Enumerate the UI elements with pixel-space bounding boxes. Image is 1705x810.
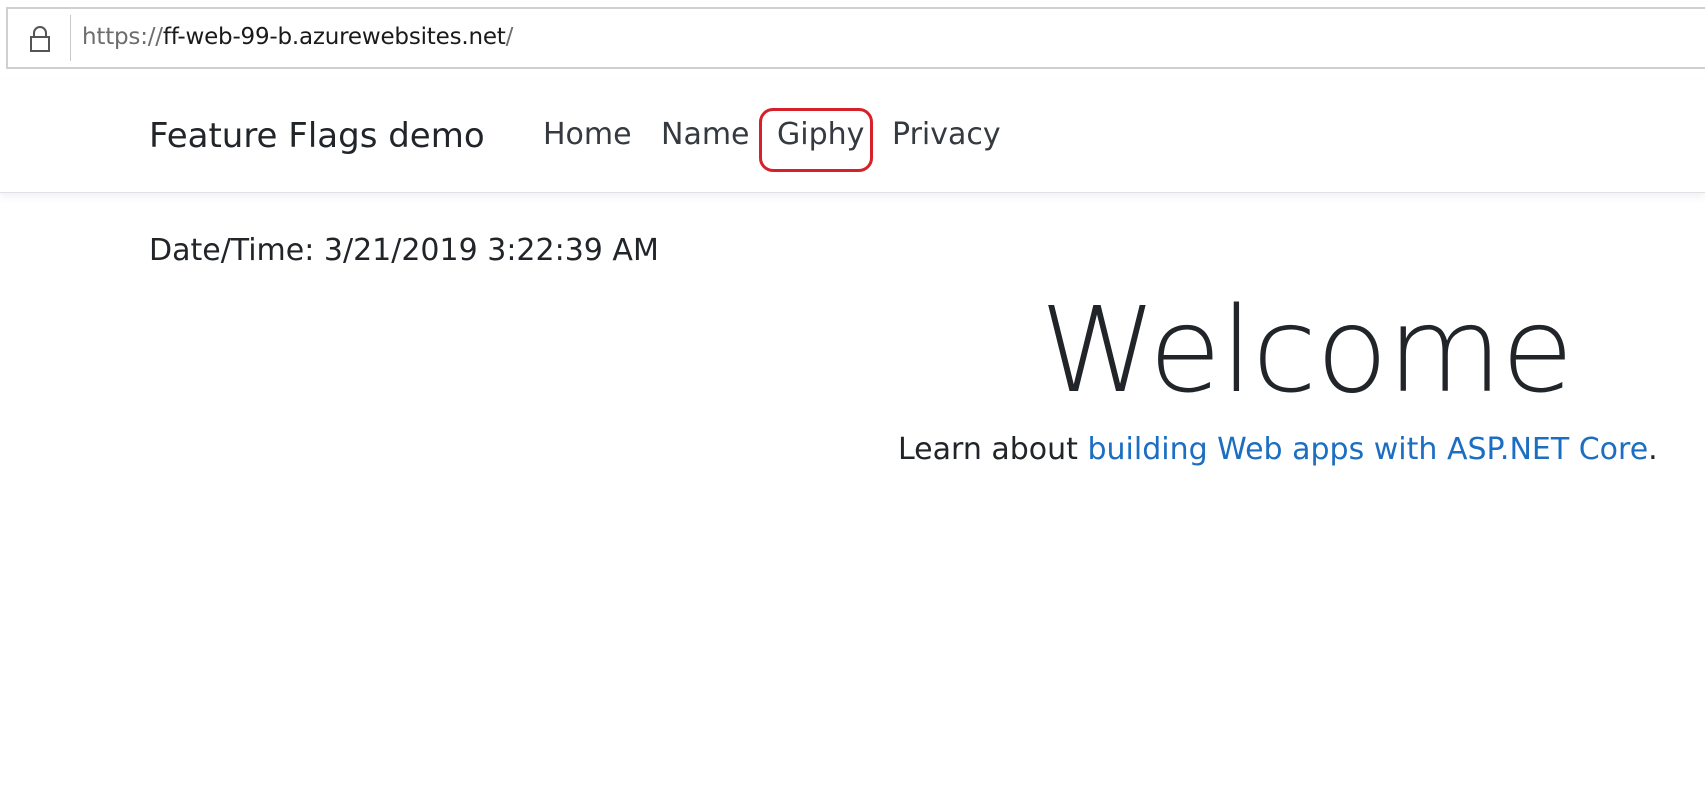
nav-privacy[interactable]: Privacy (892, 116, 1001, 154)
lock-icon[interactable] (28, 25, 52, 53)
url-host: ff-web-99-b.azurewebsites.net (162, 24, 506, 50)
learn-suffix: . (1648, 432, 1658, 467)
site-navbar: Feature Flags demo Home Name Giphy Priva… (0, 80, 1705, 193)
address-divider (70, 15, 71, 61)
url-text[interactable]: https://ff-web-99-b.azurewebsites.net/ (82, 23, 513, 51)
welcome-heading: Welcome (1040, 281, 1574, 419)
aspnet-core-link[interactable]: building Web apps with ASP.NET Core (1087, 432, 1648, 467)
datetime-text: Date/Time: 3/21/2019 3:22:39 AM (149, 233, 659, 268)
url-field[interactable]: https://ff-web-99-b.azurewebsites.net/ (6, 7, 1705, 69)
giphy-highlight-annotation (759, 108, 873, 172)
nav-name[interactable]: Name (661, 116, 750, 154)
url-scheme: https:// (82, 24, 163, 50)
nav-home[interactable]: Home (543, 116, 632, 154)
learn-paragraph: Learn about building Web apps with ASP.N… (898, 430, 1658, 470)
browser-address-bar: https://ff-web-99-b.azurewebsites.net/ (0, 0, 1705, 80)
url-path: / (505, 24, 514, 50)
brand-link[interactable]: Feature Flags demo (149, 115, 485, 157)
learn-prefix: Learn about (898, 432, 1088, 467)
